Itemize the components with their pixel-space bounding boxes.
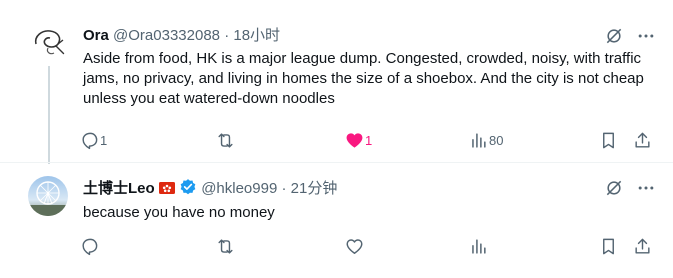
- tweet-header: Ora @Ora03332088 · 18小时: [83, 26, 280, 46]
- handle[interactable]: @hkleo999: [201, 180, 277, 197]
- heart-icon: [337, 229, 371, 263]
- timestamp[interactable]: 21分钟: [291, 180, 338, 197]
- tweet-ora[interactable]: Ora @Ora03332088 · 18小时 Aside from food,…: [0, 0, 673, 164]
- like-button[interactable]: [337, 229, 365, 263]
- ferris-wheel-photo-icon: [28, 181, 68, 216]
- handle[interactable]: @Ora03332088: [113, 27, 220, 44]
- avatar[interactable]: [28, 22, 68, 62]
- retweet-icon: [208, 229, 242, 263]
- grok-icon[interactable]: [597, 19, 631, 53]
- view-count: 80: [489, 132, 504, 148]
- share-icon: [625, 123, 659, 157]
- like-button[interactable]: 1: [337, 123, 372, 157]
- share-button[interactable]: [625, 123, 659, 157]
- analytics-icon: [461, 229, 495, 263]
- tweet-header: 土博士Leo @hkleo999 · 21分钟: [83, 178, 337, 198]
- views-button[interactable]: 80: [461, 123, 503, 157]
- like-count: 1: [365, 132, 373, 148]
- action-bar: [72, 229, 662, 263]
- separator: ·: [224, 27, 230, 44]
- reply-button[interactable]: [72, 229, 100, 263]
- more-options-icon[interactable]: [629, 171, 663, 205]
- bookmark-button[interactable]: [591, 229, 625, 263]
- grok-icon[interactable]: [597, 171, 631, 205]
- retweet-button[interactable]: [208, 123, 236, 157]
- verified-badge-icon[interactable]: [179, 178, 197, 202]
- bookmark-icon: [591, 123, 625, 157]
- reply-button[interactable]: 1: [72, 123, 107, 157]
- display-name[interactable]: 土博士Leo: [83, 180, 155, 197]
- views-button[interactable]: [461, 229, 489, 263]
- hong-kong-flag-icon: [158, 181, 175, 201]
- reply-count: 1: [100, 132, 108, 148]
- retweet-icon: [208, 123, 242, 157]
- reply-icon: [72, 229, 106, 263]
- display-name[interactable]: Ora: [83, 27, 109, 44]
- action-bar: 1 1 80: [72, 123, 662, 157]
- bookmark-icon: [591, 229, 625, 263]
- thread-connector-line: [48, 66, 50, 164]
- more-options-icon[interactable]: [629, 19, 663, 53]
- avatar[interactable]: [28, 176, 68, 216]
- retweet-button[interactable]: [208, 229, 236, 263]
- bookmark-button[interactable]: [591, 123, 625, 157]
- logo-icon: [34, 30, 65, 55]
- timestamp[interactable]: 18小时: [233, 27, 280, 44]
- tweet-text: Aside from food, HK is a major league du…: [83, 50, 644, 107]
- share-icon: [625, 229, 659, 263]
- separator: ·: [281, 180, 287, 197]
- share-button[interactable]: [625, 229, 659, 263]
- tweet-text: because you have no money: [83, 204, 275, 221]
